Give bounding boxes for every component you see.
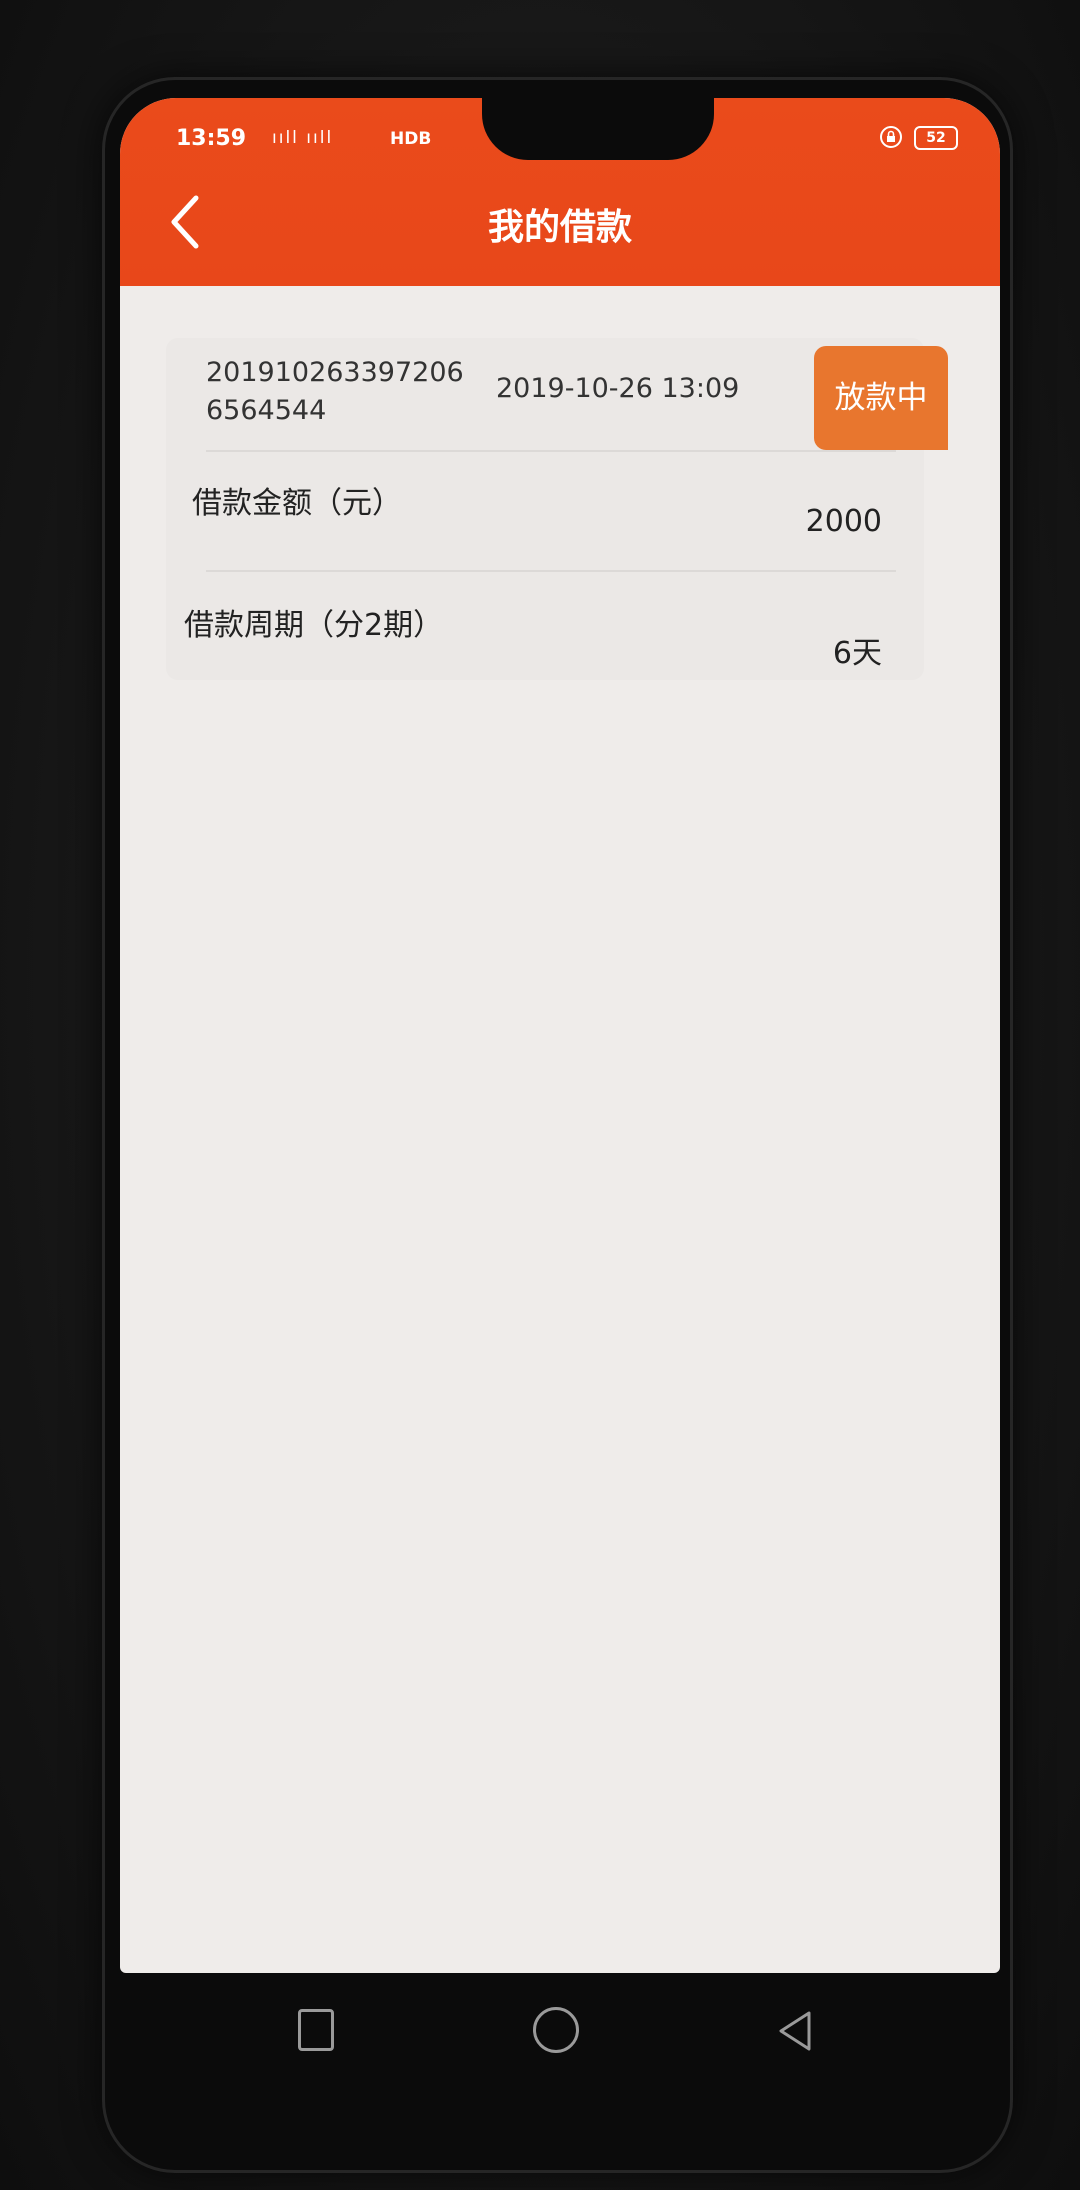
divider <box>206 450 896 452</box>
signal-strength-icon: ııll ııll <box>272 128 334 148</box>
triangle-left-icon[interactable] <box>775 2009 815 2053</box>
divider <box>206 570 896 572</box>
camera-notch <box>482 98 714 160</box>
circle-icon[interactable] <box>533 2007 579 2053</box>
loan-card[interactable]: 2019102633972066564544 2019-10-26 13:09 … <box>166 338 948 680</box>
status-time: 13:59 <box>176 126 247 151</box>
amount-label: 借款金额（元） <box>192 486 402 521</box>
app-header: 13:59 ııll ııll HDB 52 我的借款 <box>120 98 1000 286</box>
amount-value: 2000 <box>805 504 882 539</box>
order-id: 2019102633972066564544 <box>206 357 464 426</box>
navigation-bar <box>120 1973 1000 2133</box>
square-icon[interactable] <box>298 2009 334 2051</box>
period-value: 6天 <box>832 636 882 671</box>
battery-indicator: 52 <box>914 126 958 150</box>
phone-screen: 13:59 ııll ııll HDB 52 我的借款 201910263397… <box>120 98 1000 1973</box>
period-label: 借款周期（分2期） <box>184 608 444 643</box>
status-badge: 放款中 <box>814 346 948 450</box>
lock-icon <box>880 126 902 148</box>
page-title: 我的借款 <box>487 207 632 248</box>
order-datetime: 2019-10-26 13:09 <box>496 373 740 404</box>
network-type: HDB <box>390 129 432 149</box>
